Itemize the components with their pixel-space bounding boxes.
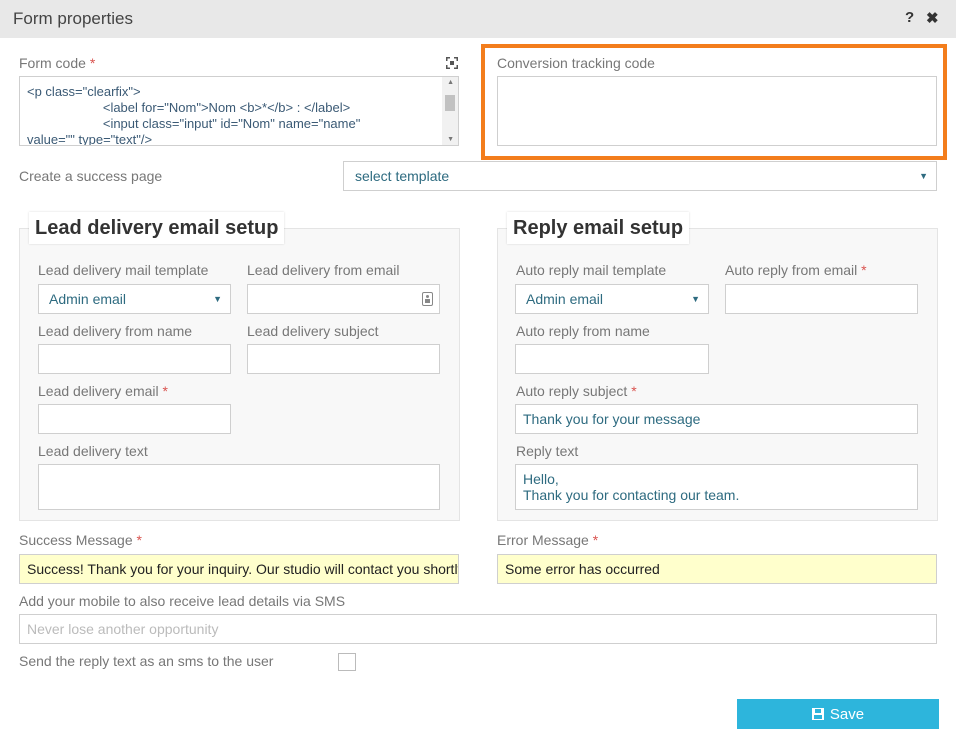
reply-subject-label: Auto reply subject * <box>516 383 637 399</box>
reply-mail-template-label: Auto reply mail template <box>516 262 667 278</box>
lead-from-name-label: Lead delivery from name <box>38 323 193 339</box>
save-button[interactable]: Save <box>737 699 939 729</box>
lead-email-label: Lead delivery email * <box>38 383 168 399</box>
chevron-down-icon: ▼ <box>213 294 222 304</box>
success-message-input[interactable]: Success! Thank you for your inquiry. Our… <box>19 554 459 584</box>
success-page-label: Create a success page <box>19 168 163 184</box>
form-code-label: Form code * <box>19 55 96 71</box>
lead-from-email-input[interactable] <box>247 284 440 314</box>
reply-from-email-input[interactable] <box>725 284 918 314</box>
scroll-thumb[interactable] <box>445 95 455 111</box>
scrollbar[interactable]: ▲ ▼ <box>442 77 458 145</box>
window-title: Form properties <box>13 9 133 28</box>
lead-text-textarea[interactable] <box>38 464 440 510</box>
lead-email-input[interactable] <box>38 404 231 434</box>
lead-text-label: Lead delivery text <box>38 443 148 459</box>
lead-mail-template-label: Lead delivery mail template <box>38 262 209 278</box>
help-icon[interactable]: ? <box>905 9 914 26</box>
reply-subject-input[interactable]: Thank you for your message <box>515 404 918 434</box>
sms-label: Add your mobile to also receive lead det… <box>19 593 346 609</box>
reply-text-textarea[interactable]: Hello, Thank you for contacting our team… <box>515 464 918 510</box>
lead-from-email-label: Lead delivery from email <box>247 262 400 278</box>
code-line: <label for="Nom">Nom <b>*</b> : </label> <box>27 100 351 115</box>
lead-from-name-input[interactable] <box>38 344 231 374</box>
close-icon[interactable]: ✖ <box>926 9 939 27</box>
chevron-down-icon: ▼ <box>919 171 928 181</box>
reply-from-email-label: Auto reply from email * <box>725 262 867 278</box>
conversion-label: Conversion tracking code <box>497 55 655 71</box>
reply-from-name-input[interactable] <box>515 344 709 374</box>
error-message-input[interactable]: Some error has occurred <box>497 554 937 584</box>
save-button-label: Save <box>829 705 865 723</box>
error-message-label: Error Message * <box>497 532 599 548</box>
reply-from-name-label: Auto reply from name <box>516 323 650 339</box>
contact-card-icon[interactable] <box>422 292 433 306</box>
reply-mail-template-select[interactable]: Admin email ▼ <box>515 284 709 314</box>
reply-sms-checkbox[interactable] <box>338 653 356 671</box>
lead-subject-input[interactable] <box>247 344 440 374</box>
title-bar: Form properties ? ✖ <box>0 0 956 38</box>
scroll-up-icon[interactable]: ▲ <box>447 79 454 86</box>
code-line: <input class="input" id="Nom" name="name… <box>27 116 361 131</box>
lead-subject-label: Lead delivery subject <box>247 323 379 339</box>
reply-text-label: Reply text <box>516 443 579 459</box>
conversion-textarea[interactable] <box>497 76 937 146</box>
scroll-down-icon[interactable]: ▼ <box>447 136 454 143</box>
success-page-select-value: select template <box>355 168 450 184</box>
reply-sms-label: Send the reply text as an sms to the use… <box>19 653 274 669</box>
lead-mail-template-value: Admin email <box>49 291 127 307</box>
success-message-label: Success Message * <box>19 532 142 548</box>
floppy-disk-icon <box>811 708 824 720</box>
code-line: value="" type="text"/> <box>27 132 153 146</box>
success-page-select[interactable]: select template ▼ <box>343 161 937 191</box>
reply-text-line: Thank you for contacting our team. <box>523 487 740 503</box>
reply-text-line: Hello, <box>523 471 559 487</box>
form-code-textarea[interactable]: <p class="clearfix"> <label for="Nom">No… <box>19 76 459 146</box>
sms-mobile-input[interactable]: Never lose another opportunity <box>19 614 937 644</box>
lead-delivery-title: Lead delivery email setup <box>29 212 285 244</box>
reply-email-title: Reply email setup <box>507 212 690 244</box>
lead-mail-template-select[interactable]: Admin email ▼ <box>38 284 231 314</box>
expand-icon[interactable] <box>446 57 458 69</box>
chevron-down-icon: ▼ <box>691 294 700 304</box>
code-line: <p class="clearfix"> <box>27 84 141 99</box>
reply-mail-template-value: Admin email <box>526 291 604 307</box>
